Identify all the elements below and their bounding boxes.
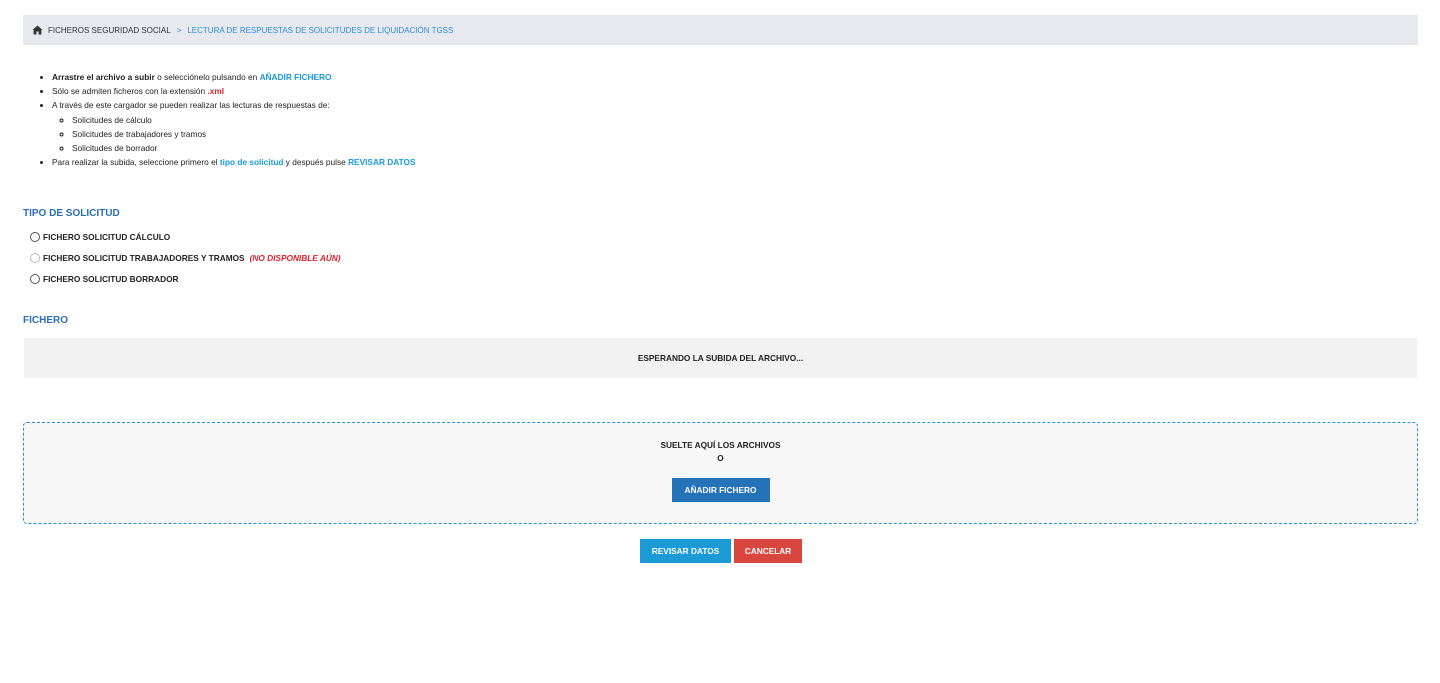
review-data-button[interactable]: REVISAR DATOS: [640, 539, 731, 563]
radio-label[interactable]: FICHERO SOLICITUD CÁLCULO: [43, 232, 170, 242]
cancel-button[interactable]: CANCELAR: [734, 539, 802, 563]
instruction-add-file-link: AÑADIR FICHERO: [259, 72, 332, 82]
instruction-item: Arrastre el archivo a subir o seleccióne…: [52, 70, 416, 84]
radio-button[interactable]: [30, 232, 40, 242]
instruction-review-link: REVISAR DATOS: [348, 157, 416, 168]
unavailable-note: (NO DISPONIBLE AÚN): [249, 253, 341, 263]
dropzone-or-text: O: [717, 453, 724, 463]
sub-instruction-item: Solicitudes de trabajadores y tramos: [72, 127, 416, 141]
instruction-item: Para realizar la subida, seleccione prim…: [52, 155, 416, 169]
request-type-title: TIPO DE SOLICITUD: [23, 208, 120, 219]
breadcrumb-root[interactable]: FICHEROS SEGURIDAD SOCIAL: [48, 26, 171, 35]
radio-label: FICHERO SOLICITUD TRABAJADORES Y TRAMOS: [43, 253, 245, 263]
sub-instruction-item: Solicitudes de cálculo: [72, 113, 416, 127]
radio-button[interactable]: [30, 274, 40, 284]
upload-status-bar: ESPERANDO LA SUBIDA DEL ARCHIVO...: [24, 338, 1417, 378]
instruction-text: o selecciónelo pulsando en: [154, 72, 260, 82]
radio-option-calculo[interactable]: FICHERO SOLICITUD CÁLCULO: [30, 232, 170, 242]
instruction-extension: .xml: [207, 86, 225, 97]
instruction-text: y después pulse: [283, 157, 349, 168]
breadcrumb-separator: >: [176, 25, 182, 35]
radio-option-borrador[interactable]: FICHERO SOLICITUD BORRADOR: [30, 274, 179, 284]
instruction-item: Sólo se admiten ficheros con la extensió…: [52, 84, 416, 98]
radio-button-disabled: [30, 253, 40, 263]
radio-option-trabajadores: FICHERO SOLICITUD TRABAJADORES Y TRAMOS …: [30, 253, 341, 263]
file-dropzone[interactable]: SUELTE AQUÍ LOS ARCHIVOS O AÑADIR FICHER…: [23, 422, 1418, 524]
instruction-request-type-link: tipo de solicitud: [219, 157, 284, 168]
instruction-item: A través de este cargador se pueden real…: [52, 98, 416, 155]
instruction-bold-text: Arrastre el archivo a subir: [52, 72, 155, 82]
instruction-text: A través de este cargador se pueden real…: [52, 100, 330, 111]
breadcrumb: FICHEROS SEGURIDAD SOCIAL > LECTURA DE R…: [23, 15, 1418, 45]
dropzone-text: SUELTE AQUÍ LOS ARCHIVOS: [660, 440, 781, 450]
breadcrumb-current: LECTURA DE RESPUESTAS DE SOLICITUDES DE …: [187, 25, 454, 35]
home-icon[interactable]: [32, 25, 43, 35]
action-buttons: REVISAR DATOS CANCELAR: [640, 539, 802, 563]
radio-label[interactable]: FICHERO SOLICITUD BORRADOR: [43, 274, 179, 284]
upload-status-text: ESPERANDO LA SUBIDA DEL ARCHIVO...: [637, 353, 804, 363]
add-file-button[interactable]: AÑADIR FICHERO: [671, 478, 770, 502]
instruction-text: Sólo se admiten ficheros con la extensió…: [52, 86, 208, 97]
sub-instruction-item: Solicitudes de borrador: [72, 141, 416, 155]
instruction-text: Para realizar la subida, seleccione prim…: [52, 157, 220, 168]
instructions-list: Arrastre el archivo a subir o seleccióne…: [37, 70, 416, 169]
file-section-title: FICHERO: [23, 315, 68, 326]
